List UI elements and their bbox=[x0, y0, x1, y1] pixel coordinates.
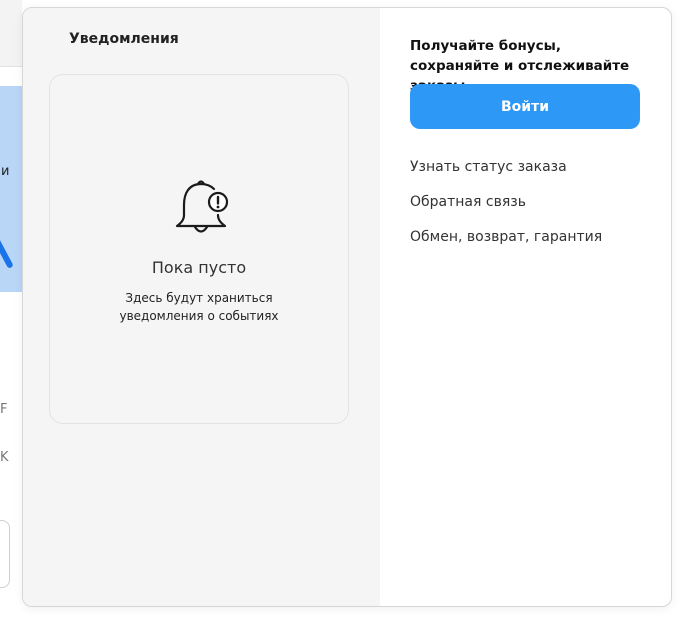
page: и F K Уведомления Пока пусто Здесь будут… bbox=[0, 0, 685, 629]
login-button[interactable]: Войти bbox=[410, 84, 640, 129]
empty-state-description-line: уведомления о событиях bbox=[119, 309, 279, 323]
notifications-title: Уведомления bbox=[69, 31, 179, 47]
empty-state-title: Пока пусто bbox=[151, 258, 247, 277]
background-text-fragment: и bbox=[1, 164, 10, 179]
account-popup: Уведомления Пока пусто Здесь будут храни… bbox=[22, 7, 672, 607]
order-status-link[interactable]: Узнать статус заказа bbox=[410, 159, 567, 175]
feedback-link[interactable]: Обратная связь bbox=[410, 194, 526, 210]
account-panel: Получайте бонусы, сохраняйте и отслежива… bbox=[380, 8, 671, 606]
background-page: и F K bbox=[0, 0, 22, 629]
empty-state-description-line: Здесь будут храниться bbox=[125, 291, 273, 305]
notifications-panel: Уведомления Пока пусто Здесь будут храни… bbox=[23, 8, 380, 606]
notifications-empty-card: Пока пусто Здесь будут храниться уведомл… bbox=[49, 74, 349, 424]
background-header bbox=[0, 0, 22, 67]
background-text-fragment: K bbox=[0, 450, 9, 465]
background-text-fragment: F bbox=[0, 402, 8, 417]
bell-alert-icon bbox=[175, 180, 229, 233]
background-banner: и bbox=[0, 86, 22, 292]
empty-state-description: Здесь будут храниться уведомления о собы… bbox=[50, 289, 348, 325]
exchange-return-warranty-link[interactable]: Обмен, возврат, гарантия bbox=[410, 229, 602, 245]
background-logo-fragment bbox=[0, 213, 14, 269]
background-card-fragment bbox=[0, 520, 10, 588]
